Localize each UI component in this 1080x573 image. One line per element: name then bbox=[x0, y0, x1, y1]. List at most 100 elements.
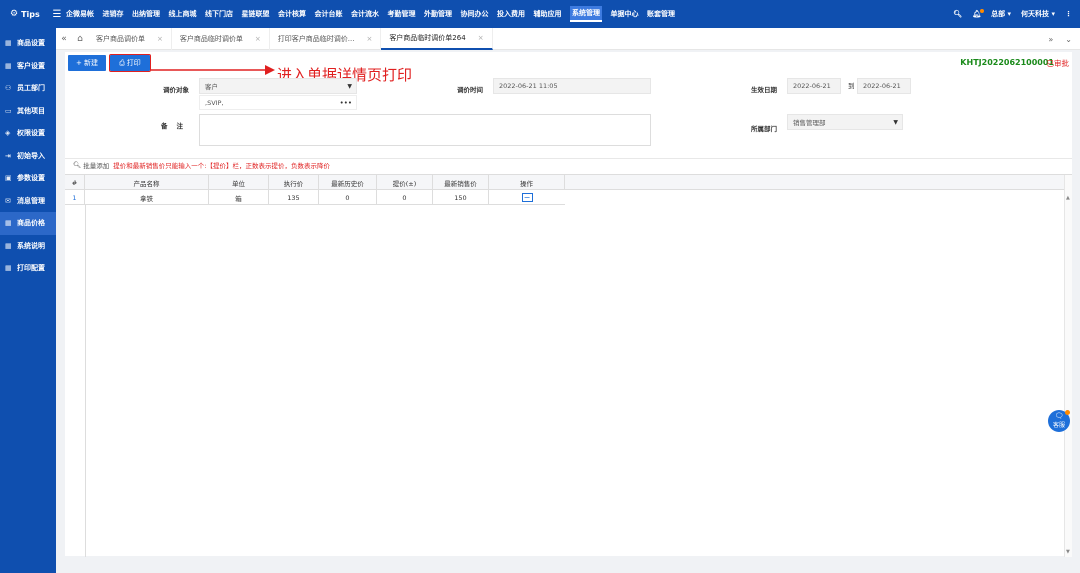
chevron-right-icon[interactable]: » bbox=[1048, 35, 1053, 44]
import-icon: ⇥ bbox=[5, 151, 11, 160]
tab[interactable]: 打印客户商品临时调价... × bbox=[270, 27, 382, 50]
sidebar-item-label: 商品设置 bbox=[17, 39, 45, 48]
nav-item[interactable]: 进销存 bbox=[103, 0, 124, 28]
scroll-up-icon[interactable]: ▲ bbox=[1066, 195, 1070, 201]
nav-item[interactable]: 星链联盟 bbox=[242, 0, 270, 28]
nav-item[interactable]: 投入费用 bbox=[497, 0, 525, 28]
main-menu: 企微易帐 进销存 出纳管理 线上商城 线下门店 星链联盟 会计核算 会计台账 会计流水 考勤管理外… bbox=[66, 0, 684, 28]
menu-toggle-icon[interactable]: ☰ bbox=[48, 9, 66, 20]
ellipsis-icon[interactable]: ••• bbox=[340, 99, 352, 107]
company-menu[interactable]: 何天科技 ▾ bbox=[1021, 9, 1055, 19]
sidebar-item-label: 其他项目 bbox=[17, 106, 45, 115]
nav-item[interactable]: 单据中心 bbox=[611, 0, 639, 28]
nav-item[interactable]: 账套管理 bbox=[647, 0, 675, 28]
close-icon[interactable]: × bbox=[255, 35, 261, 43]
brand[interactable]: ⚙ Tips bbox=[0, 9, 48, 19]
table-cell-product: 拿铁 bbox=[85, 190, 209, 205]
close-icon[interactable]: × bbox=[478, 34, 484, 42]
chevron-left-icon[interactable]: « bbox=[56, 34, 72, 44]
nav-item[interactable]: 协同办公 bbox=[461, 0, 489, 28]
nav-item[interactable]: 线上商城 bbox=[169, 0, 197, 28]
target-select[interactable]: 客户 ▼ bbox=[199, 78, 357, 94]
column-header: 提价(±) bbox=[377, 175, 433, 190]
sidebar-item[interactable]: ▦ 打印配置 bbox=[0, 257, 56, 280]
column-header: 最新历史价 bbox=[319, 175, 377, 190]
sidebar-item[interactable]: ▦ 商品价格 bbox=[0, 212, 56, 235]
time-label: 调价时间 bbox=[457, 86, 483, 94]
shield-icon: ◈ bbox=[5, 129, 11, 138]
message-icon: ✉ bbox=[5, 196, 11, 205]
column-header: # bbox=[65, 175, 85, 190]
home-icon[interactable]: ⌂ bbox=[72, 34, 88, 44]
folder-icon: ▭ bbox=[5, 106, 12, 115]
nav-item[interactable]: 系统管理 bbox=[570, 6, 602, 22]
nav-item[interactable]: 考勤管理 bbox=[388, 0, 416, 28]
sidebar-item[interactable]: ▭ 其他项目 bbox=[0, 100, 56, 123]
nav-item[interactable]: 线下门店 bbox=[205, 0, 233, 28]
close-icon[interactable]: × bbox=[157, 35, 163, 43]
scroll-down-icon[interactable]: ▼ bbox=[1066, 549, 1070, 555]
effective-label: 生效日期 bbox=[751, 86, 777, 94]
sidebar-item[interactable]: ▦ 商品设置 bbox=[0, 32, 56, 55]
chevron-down-icon[interactable]: ⌄ bbox=[1065, 35, 1072, 44]
sidebar-item[interactable]: ✉ 消息管理 bbox=[0, 190, 56, 213]
nav-item[interactable]: 出纳管理 bbox=[132, 0, 160, 28]
tab[interactable]: 客户商品调价单 × bbox=[88, 27, 172, 50]
support-button[interactable]: 🗨︎ 客服 bbox=[1048, 410, 1070, 432]
table-cell-exec-price: 135 bbox=[269, 190, 319, 205]
sidebar-item[interactable]: ▦ 系统说明 bbox=[0, 235, 56, 258]
sidebar-item-label: 消息管理 bbox=[17, 196, 45, 205]
content-panel: + 新建 ⎙ 打印 进入单据详情页打印 KHTJ2022062100001 已审… bbox=[65, 52, 1072, 557]
grid-icon: ▦ bbox=[5, 61, 12, 70]
table-row[interactable]: 1 拿铁箱 135 0 0 150− bbox=[65, 190, 565, 205]
tab[interactable]: 客户商品临时调价单 × bbox=[172, 27, 270, 50]
grid-icon: ▦ bbox=[5, 264, 12, 273]
print-button[interactable]: ⎙ 打印 bbox=[109, 54, 151, 72]
search-icon[interactable]: 🔍︎ bbox=[953, 10, 962, 18]
nav-item[interactable]: 外勤管理 bbox=[424, 0, 452, 28]
target-label: 调价对象 bbox=[163, 86, 189, 94]
sidebar-item[interactable]: ◈ 权限设置 bbox=[0, 122, 56, 145]
sidebar-item[interactable]: ⇥ 初始导入 bbox=[0, 145, 56, 168]
more-icon[interactable]: ⋮ bbox=[1065, 10, 1072, 18]
sidebar-item-label: 商品价格 bbox=[17, 219, 45, 228]
effective-from-value: 2022-06-21 bbox=[793, 82, 831, 90]
effective-to-value: 2022-06-21 bbox=[863, 82, 901, 90]
user-icon: ⚇ bbox=[5, 84, 12, 93]
nav-item[interactable]: 会计流水 bbox=[351, 0, 379, 28]
sidebar-item-label: 客户设置 bbox=[17, 61, 45, 70]
nav-item[interactable]: 企微易帐 bbox=[66, 0, 94, 28]
new-button[interactable]: + 新建 bbox=[68, 55, 106, 71]
time-value: 2022-06-21 11:05 bbox=[499, 82, 558, 90]
bell-icon[interactable]: 🔔︎ bbox=[972, 9, 985, 18]
remove-row-button[interactable]: − bbox=[521, 193, 533, 202]
sidebar-item[interactable]: ⚇ 员工部门 bbox=[0, 77, 56, 100]
user-menu[interactable]: 总部 ▾ bbox=[991, 9, 1011, 19]
user-name: 总部 bbox=[991, 10, 1006, 18]
sidebar-item-label: 系统说明 bbox=[17, 241, 45, 250]
dept-select[interactable]: 销售管理部 ▼ bbox=[787, 114, 903, 130]
column-header: 产品名称 bbox=[85, 175, 209, 190]
annotation-arrow bbox=[151, 65, 275, 75]
sidebar-item[interactable]: ▦ 客户设置 bbox=[0, 55, 56, 78]
sidebar-item[interactable]: ▣ 参数设置 bbox=[0, 167, 56, 190]
column-header: 操作 bbox=[489, 175, 565, 190]
chat-icon: 🗨︎ bbox=[1054, 412, 1064, 420]
doc-number: KHTJ2022062100001 bbox=[960, 58, 1054, 67]
grid-hint: 提价和最新销售价只能输入一个:【提价】栏，正数表示提价，负数表示降价 bbox=[113, 162, 330, 170]
target-object-field[interactable]: ,SVIP, ••• bbox=[199, 95, 357, 110]
tab[interactable]: 客户商品临时调价单264 × bbox=[381, 27, 493, 50]
remark-textarea[interactable] bbox=[199, 114, 651, 146]
close-icon[interactable]: × bbox=[366, 35, 372, 43]
nav-item[interactable]: 会计台账 bbox=[315, 0, 343, 28]
column-header: 最新销售价 bbox=[433, 175, 489, 190]
vertical-scrollbar[interactable]: ▲ ▼ bbox=[1064, 175, 1072, 557]
printer-icon: ⎙ bbox=[119, 58, 125, 67]
status-badge: 已审批 bbox=[1046, 59, 1070, 68]
nav-item[interactable]: 辅助应用 bbox=[534, 0, 562, 28]
sidebar: ▦ 商品设置 ▦ 客户设置 ⚇ 员工部门 ▭ 其他项目 ◈ 权限设置 ⇥ 初始导入 ▣ 参数设置 ✉ 消息管理… bbox=[0, 28, 56, 573]
target-sub-value: ,SVIP, bbox=[205, 98, 224, 107]
grid-icon: ▦ bbox=[5, 39, 12, 48]
nav-item[interactable]: 会计核算 bbox=[278, 0, 306, 28]
batch-add-link[interactable]: 批量添加 bbox=[83, 160, 109, 170]
